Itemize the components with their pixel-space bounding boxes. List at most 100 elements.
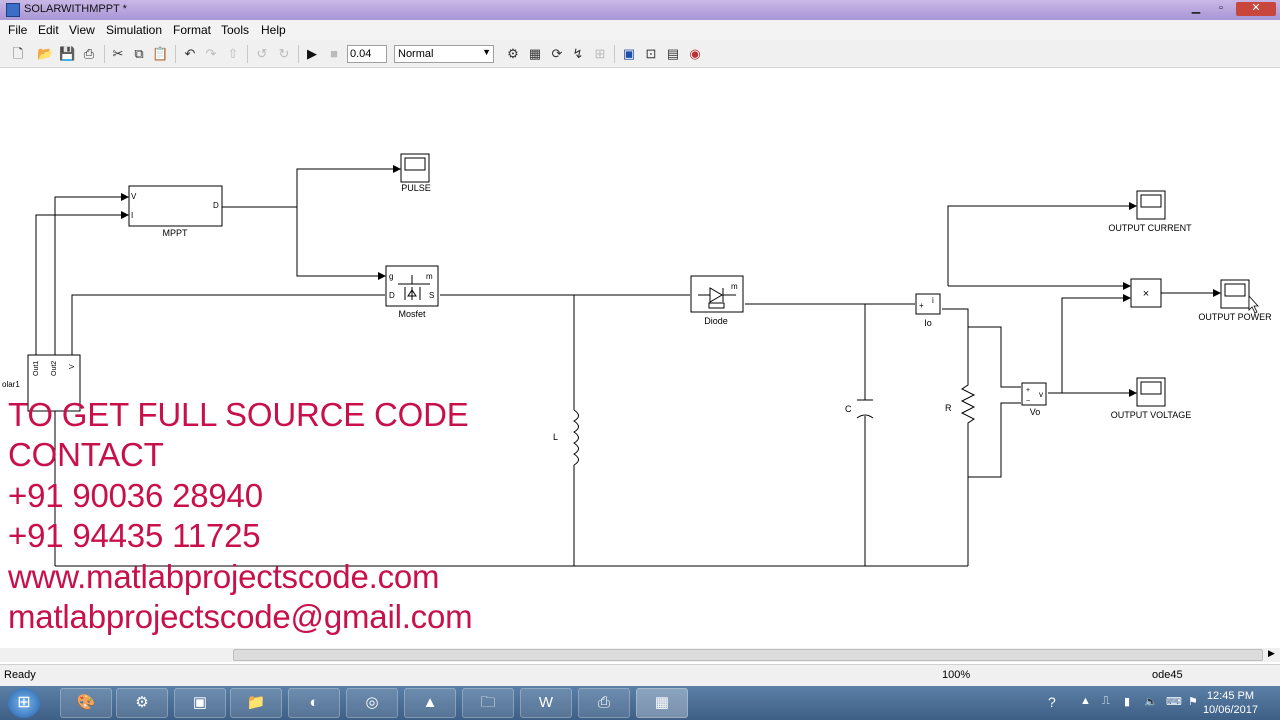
diode-block[interactable]: m Diode [690,275,744,326]
vo-port-v: v [1039,390,1043,399]
debug-icon[interactable]: ▤ [665,46,681,62]
menu-view[interactable]: View [69,23,95,37]
minimize-button[interactable]: ▁ [1184,2,1208,16]
simulink-app-icon [6,3,20,17]
mppt-port-i: I [131,211,133,220]
signal-line [222,165,401,208]
taskbar-app-folder-icon[interactable]: 🗀 [462,688,514,718]
taskbar-app-chrome-icon[interactable]: ◎ [346,688,398,718]
show-hidden-icons[interactable]: ▲ [1080,695,1091,707]
network-icon[interactable]: ▮ [1124,695,1130,708]
cut-icon[interactable]: ✂ [110,46,126,62]
taskbar-app-chip-icon[interactable]: ▣ [174,688,226,718]
mppt-block[interactable]: V I D MPPT [128,185,223,238]
flag-icon[interactable]: ⚑ [1188,695,1198,708]
current-sensor-block[interactable]: + i Io [915,293,941,328]
solar-port-out1: Out1 [33,361,40,376]
output-power-scope-block[interactable]: OUTPUT POWER [1198,279,1272,322]
model-explorer-icon[interactable]: ⊡ [643,46,659,62]
capacitor-block[interactable]: C [845,399,874,419]
build-icon[interactable]: ⟳ [549,46,565,62]
contact-overlay: TO GET FULL SOURCE CODE CONTACT +91 9003… [8,395,473,637]
pulse-scope-block[interactable]: PULSE [400,153,431,193]
paste-icon[interactable]: 📋 [152,46,168,62]
status-bar: Ready 100% ode45 [0,664,1280,686]
update-diagram-icon[interactable]: ▦ [527,46,543,62]
undo-icon[interactable]: ↶ [182,46,198,62]
menu-tools[interactable]: Tools [221,23,249,37]
mosfet-label: Mosfet [398,309,426,319]
stop-simulation-icon[interactable]: ■ [326,46,342,62]
simulation-mode-value: Normal [398,48,434,60]
print-icon[interactable]: ⎙ [81,46,97,62]
solver-name: ode45 [1152,669,1183,681]
voltage-sensor-block[interactable]: + − v Vo [1021,382,1047,417]
taskbar-app-firefox-icon[interactable]: ◐ [288,688,340,718]
output-current-label: OUTPUT CURRENT [1108,223,1192,233]
signal-line [1061,294,1131,393]
grid-icon[interactable]: ⊞ [592,46,608,62]
mosfet-port-d: D [389,291,395,300]
mouse-cursor-icon [1248,294,1259,314]
help-icon[interactable]: ? [1048,694,1056,710]
save-icon[interactable]: 💾 [59,46,75,62]
diode-port-m: m [731,282,738,291]
menu-simulation[interactable]: Simulation [106,23,162,37]
output-current-scope-block[interactable]: OUTPUT CURRENT [1108,190,1192,233]
maximize-button[interactable]: ▫ [1210,2,1232,16]
resistor-block[interactable]: R [945,375,976,425]
mosfet-block[interactable]: g m D S Mosfet [385,265,439,319]
volume-icon[interactable]: 🔈 [1144,695,1158,708]
close-button[interactable]: ✕ [1236,2,1276,16]
zoom-level: 100% [942,669,971,681]
taskbar-app-pdf-icon[interactable]: ⎙ [578,688,630,718]
model-advisor-icon[interactable]: ⚙ [505,46,521,62]
undo-disabled-icon[interactable]: ↺ [254,46,270,62]
taskbar-app-matlab-icon[interactable]: ▲ [404,688,456,718]
io-port-i: i [932,296,934,305]
system-clock[interactable]: 12:45 PM 10/06/2017 [1203,689,1258,717]
keyboard-icon[interactable]: ⌨ [1166,695,1182,708]
overlay-website: www.matlabprojectscode.com [8,557,440,595]
library-browser-icon[interactable]: ▣ [621,46,637,62]
signal-line [296,207,386,280]
inductor-block[interactable]: L [553,409,579,466]
product-block[interactable]: × [1130,278,1162,308]
scroll-right-icon[interactable]: ▶ [1268,648,1275,659]
redo-icon[interactable]: ↷ [203,46,219,62]
new-model-icon[interactable]: 🗋 [10,46,26,62]
start-simulation-icon[interactable]: ▶ [304,46,320,62]
open-folder-icon[interactable]: 📂 [37,46,53,62]
horizontal-scrollbar[interactable]: ▶ [0,648,1280,662]
profiler-icon[interactable]: ◉ [687,46,703,62]
mosfet-port-m: m [426,272,433,281]
start-button[interactable]: ⊞ [8,688,40,718]
taskbar-app-paint-icon[interactable]: 🎨 [60,688,112,718]
refresh-icon[interactable]: ↯ [570,46,586,62]
go-to-parent-icon[interactable]: ⇧ [225,46,241,62]
menu-edit[interactable]: Edit [38,23,59,37]
redo-disabled-icon[interactable]: ↻ [276,46,292,62]
menu-bar: File Edit View Simulation Format Tools H… [0,20,1280,40]
simulation-mode-select[interactable]: Normal ▼ [394,45,494,63]
overlay-line-2: CONTACT [8,436,164,474]
chevron-down-icon[interactable]: ▼ [482,47,491,57]
mosfet-port-s: S [429,291,434,300]
copy-icon[interactable]: ⧉ [131,46,147,62]
menu-format[interactable]: Format [173,23,211,37]
output-voltage-scope-block[interactable]: OUTPUT VOLTAGE [1111,377,1192,420]
svg-text:+: + [1026,387,1030,394]
taskbar-app-word-icon[interactable]: W [520,688,572,718]
taskbar-app-settings-icon[interactable]: ⚙ [116,688,168,718]
menu-help[interactable]: Help [261,23,286,37]
menu-file[interactable]: File [8,23,27,37]
svg-text:−: − [1026,398,1030,405]
scrollbar-thumb[interactable] [233,649,1263,661]
output-voltage-label: OUTPUT VOLTAGE [1111,410,1192,420]
usb-icon[interactable]: ⎍ [1102,695,1110,708]
taskbar-app-simulink-icon[interactable]: ▦ [636,688,688,718]
stop-time-input[interactable]: 0.04 [347,45,387,63]
io-label: Io [924,318,932,328]
overlay-line-1: TO GET FULL SOURCE CODE [8,396,469,433]
taskbar-app-explorer-icon[interactable]: 📁 [230,688,282,718]
